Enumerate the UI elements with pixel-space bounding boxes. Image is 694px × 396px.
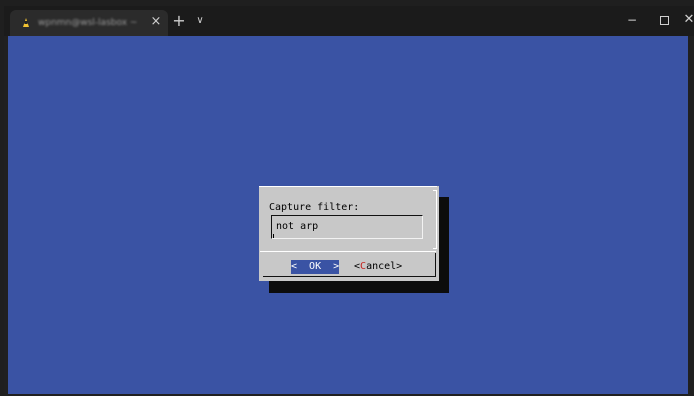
maximize-icon <box>659 16 669 25</box>
capture-filter-input[interactable]: not arp <box>271 215 423 239</box>
ok-button[interactable]: < OK > <box>291 260 339 274</box>
text-cursor <box>273 234 274 238</box>
tab-title: wpnmn@wsl-lasbox ~ <box>38 18 138 28</box>
close-window-button[interactable]: ✕ <box>679 10 694 30</box>
button-area-frame <box>263 253 436 277</box>
cancel-button[interactable]: <Cancel> <box>354 260 402 274</box>
title-bar: wpnmn@wsl-lasbox ~ × + ∨ − ✕ <box>4 6 694 36</box>
terminal-area: Capture filter: not arp < OK > <Cancel> <box>8 36 688 394</box>
tab-close-icon[interactable]: × <box>149 14 163 30</box>
new-tab-button[interactable]: + <box>170 12 188 30</box>
terminal-tab[interactable]: wpnmn@wsl-lasbox ~ × <box>10 10 168 36</box>
capture-filter-label: Capture filter: <box>269 202 360 213</box>
cancel-label-rest: ancel> <box>366 261 403 272</box>
dialog-top-border <box>259 186 437 187</box>
dialog-right-border <box>436 190 437 248</box>
terminal-window: wpnmn@wsl-lasbox ~ × + ∨ − ✕ Capture fil… <box>4 6 694 396</box>
minimize-button[interactable]: − <box>622 10 642 30</box>
tab-dropdown-icon[interactable]: ∨ <box>192 12 208 30</box>
dialog-border-tick <box>433 248 437 249</box>
capture-filter-dialog: Capture filter: not arp < OK > <Cancel> <box>259 186 439 281</box>
maximize-button[interactable] <box>654 10 674 30</box>
linux-penguin-icon <box>23 18 29 27</box>
dialog-divider <box>260 251 436 252</box>
capture-filter-value: not arp <box>276 221 319 232</box>
